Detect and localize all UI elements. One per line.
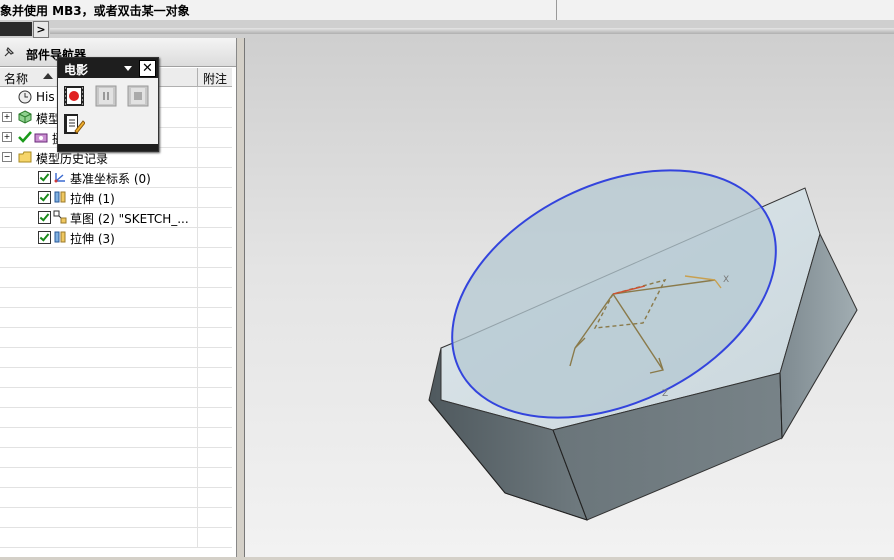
movie-toolbar-popup[interactable]: 电影 ✕ xyxy=(57,57,159,152)
tree-row-label: His xyxy=(36,90,55,104)
empty-row xyxy=(0,307,232,328)
stop-icon[interactable] xyxy=(127,85,149,107)
extrude-icon xyxy=(53,190,67,204)
empty-row xyxy=(0,267,232,288)
feature-checkbox[interactable] xyxy=(38,211,51,224)
sort-ascending-icon xyxy=(43,73,53,79)
graphics-viewport[interactable]: X Z xyxy=(244,38,894,557)
column-separator[interactable] xyxy=(197,68,198,86)
empty-row xyxy=(0,467,232,488)
toolbar: > xyxy=(0,20,894,38)
toolbar-handle[interactable] xyxy=(0,22,32,36)
empty-row xyxy=(0,347,232,368)
movie-settings-icon[interactable] xyxy=(63,113,86,135)
column-name-header[interactable]: 名称 xyxy=(4,70,28,87)
pin-icon[interactable] xyxy=(3,46,15,58)
pause-icon[interactable] xyxy=(95,85,117,107)
empty-row xyxy=(0,507,232,528)
toolbar-expand-arrow[interactable]: > xyxy=(33,21,49,38)
movie-popup-title: 电影 xyxy=(64,63,89,77)
clock-icon xyxy=(18,90,32,104)
tree-row-sketch-2[interactable]: 草图 (2) "SKETCH_... xyxy=(0,207,232,228)
tree-row-datum-csys[interactable]: 基准坐标系 (0) xyxy=(0,167,232,188)
tree-row-label: 草图 (2) "SKETCH_... xyxy=(70,212,189,226)
column-note-header[interactable]: 附注 xyxy=(203,70,227,87)
empty-row xyxy=(0,407,232,428)
status-separator xyxy=(556,0,557,20)
feature-checkbox[interactable] xyxy=(38,171,51,184)
expand-icon[interactable]: + xyxy=(2,112,12,122)
expand-icon[interactable]: + xyxy=(2,132,12,142)
empty-row xyxy=(0,247,232,268)
sketch-icon xyxy=(53,210,67,224)
check-mark-icon xyxy=(18,130,32,144)
empty-row xyxy=(0,487,232,508)
status-prompt: 象并使用 MB3，或者双击某一对象 xyxy=(0,4,190,18)
collapse-icon[interactable]: − xyxy=(2,152,12,162)
empty-row xyxy=(0,427,232,448)
movie-popup-footer xyxy=(58,144,158,151)
tree-row-label: 模型历史记录 xyxy=(36,152,109,166)
hex-nut-model[interactable]: X Z xyxy=(245,38,894,557)
tree-row-label: 拉伸 (1) xyxy=(70,192,115,206)
feature-checkbox[interactable] xyxy=(38,231,51,244)
datum-csys-icon xyxy=(53,170,67,184)
folder-icon xyxy=(18,150,32,164)
empty-row xyxy=(0,287,232,308)
navigator-tree: His + 模型 + 摄 − xyxy=(0,87,232,557)
toolbar-divider xyxy=(50,28,894,34)
camera-icon xyxy=(34,130,48,144)
movie-popup-titlebar[interactable]: 电影 ✕ xyxy=(58,58,158,78)
axis-x-label: X xyxy=(723,275,729,285)
empty-row xyxy=(0,367,232,388)
chevron-down-icon[interactable] xyxy=(124,66,132,71)
empty-row xyxy=(0,447,232,468)
tree-row-label: 拉伸 (3) xyxy=(70,232,115,246)
empty-row xyxy=(0,387,232,408)
close-icon[interactable]: ✕ xyxy=(139,60,156,77)
axis-z-label: Z xyxy=(662,389,668,399)
tree-row-label: 基准坐标系 (0) xyxy=(70,172,151,186)
tree-row-extrude-1[interactable]: 拉伸 (1) xyxy=(0,187,232,208)
extrude-icon xyxy=(53,230,67,244)
tree-row-extrude-3[interactable]: 拉伸 (3) xyxy=(0,227,232,248)
feature-checkbox[interactable] xyxy=(38,191,51,204)
model-views-icon xyxy=(18,110,32,124)
record-icon[interactable] xyxy=(63,85,85,107)
empty-row xyxy=(0,327,232,348)
status-bar: 象并使用 MB3，或者双击某一对象 xyxy=(0,0,894,21)
empty-row xyxy=(0,527,232,548)
